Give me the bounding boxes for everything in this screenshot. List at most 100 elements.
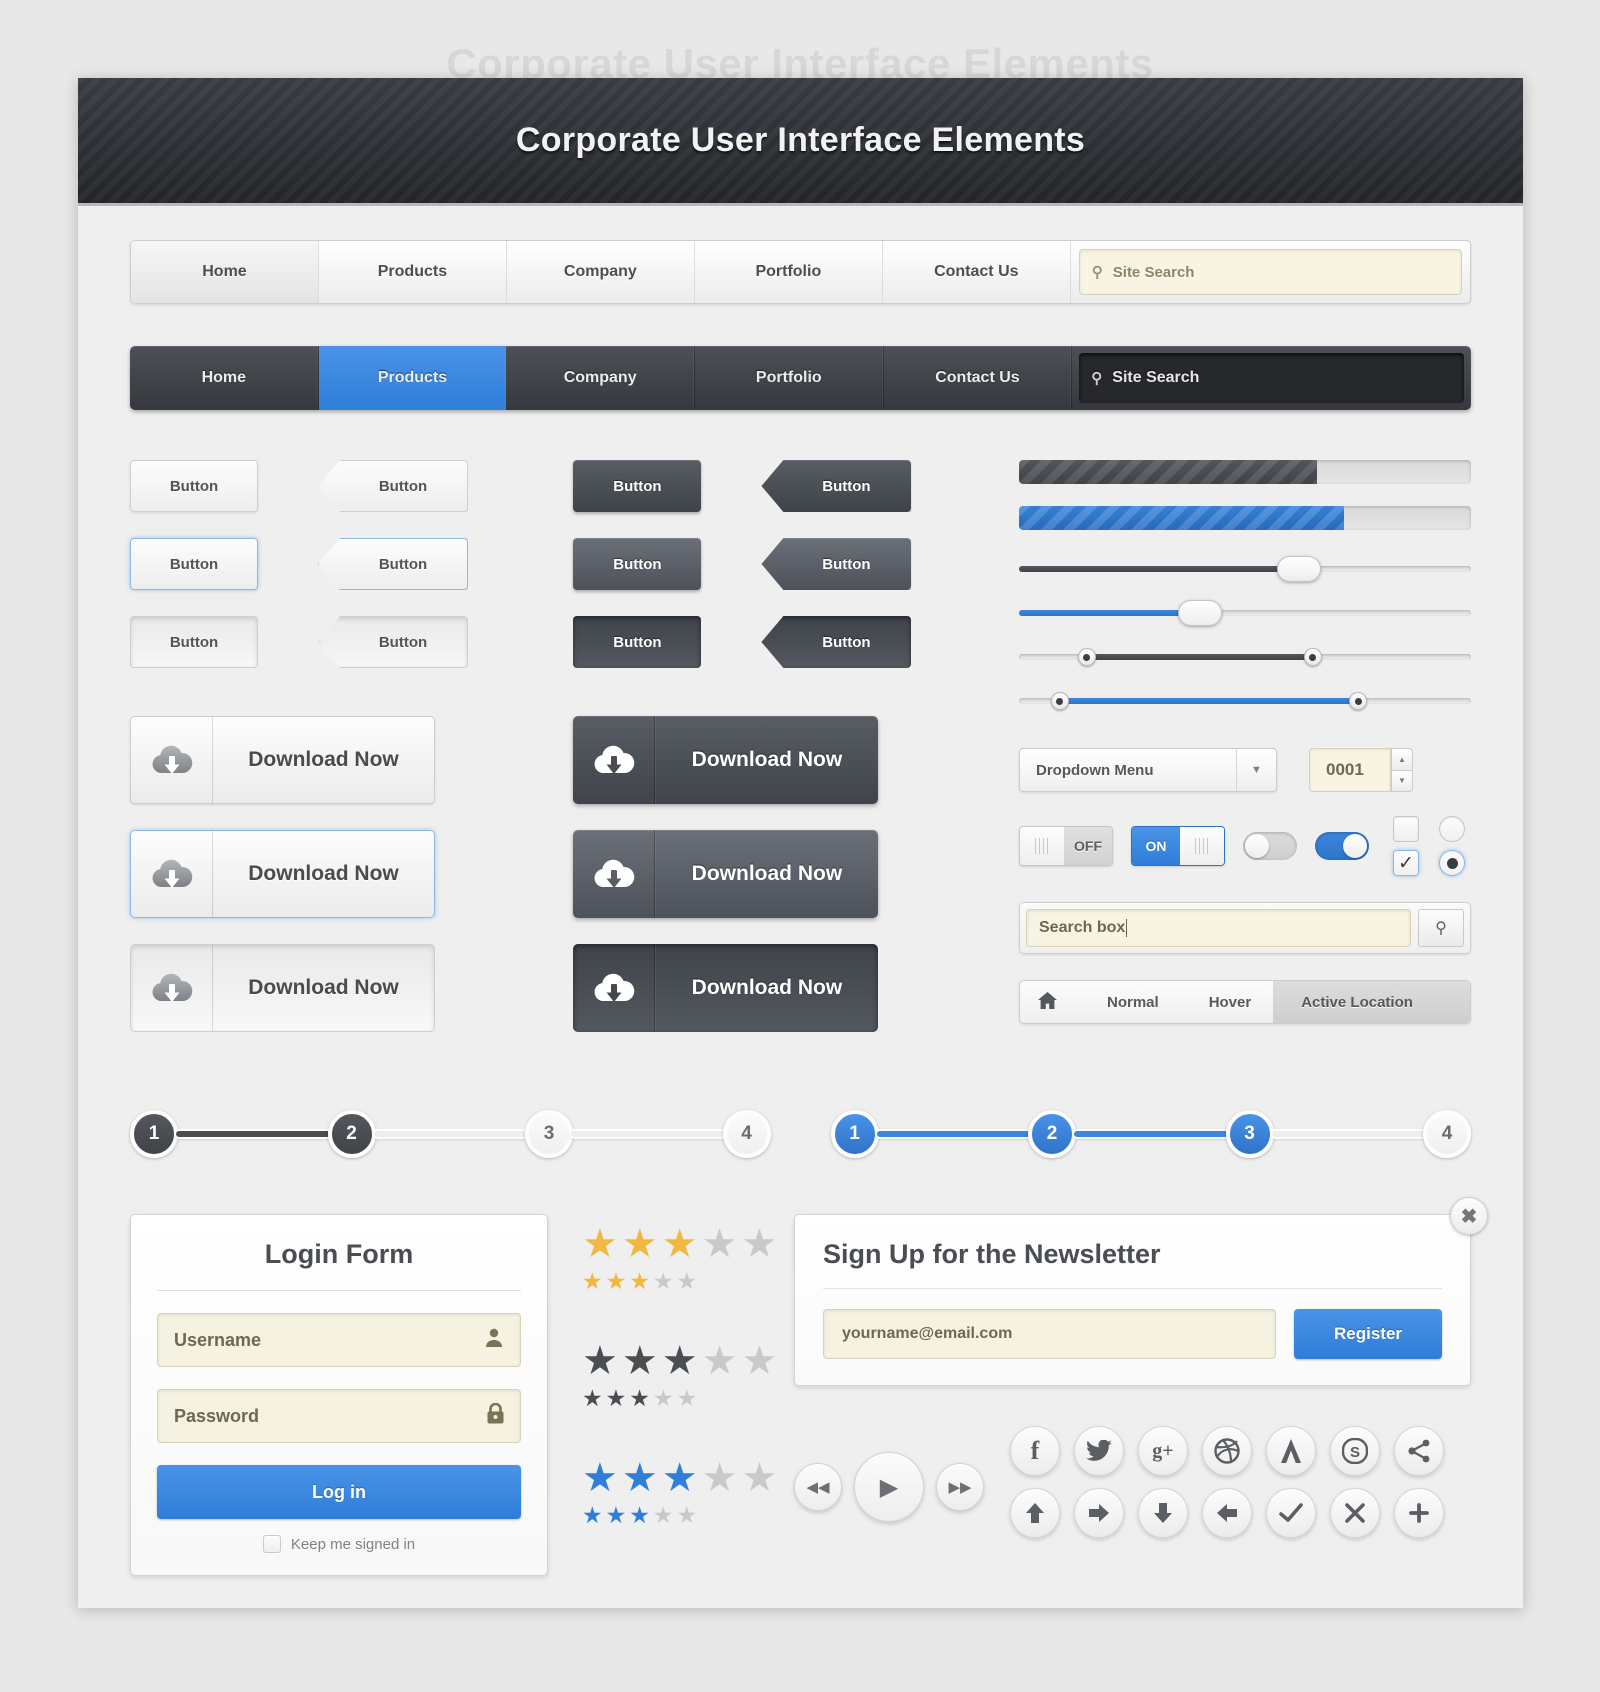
step-1[interactable]: 1 [830, 1110, 879, 1158]
star-rating-blue-small[interactable]: ★★★★★ [582, 1504, 780, 1527]
range-handle-low[interactable] [1077, 648, 1096, 666]
star-rating-gold-small[interactable]: ★★★★★ [582, 1270, 780, 1293]
nav-dark-item-home[interactable]: Home [130, 346, 319, 410]
nav-light-item-company[interactable]: Company [507, 241, 695, 303]
nav-light-item-home[interactable]: Home [131, 241, 319, 303]
button-light-normal[interactable]: Button [130, 460, 258, 512]
step-3[interactable]: 3 [525, 1110, 573, 1158]
star-rating-dark-small[interactable]: ★★★★★ [582, 1387, 780, 1410]
site-search-input-dark[interactable]: ⚲ Site Search [1079, 353, 1464, 403]
arrow-right-icon[interactable] [1074, 1488, 1124, 1538]
skype-icon[interactable]: S [1330, 1426, 1380, 1476]
dribbble-icon[interactable] [1202, 1426, 1252, 1476]
nav-dark-item-portfolio[interactable]: Portfolio [695, 346, 884, 410]
google-plus-icon[interactable]: g+ [1138, 1426, 1188, 1476]
toggle-switch-on[interactable]: ON [1131, 826, 1225, 866]
chevron-down-icon[interactable]: ▼ [1391, 769, 1413, 792]
breadcrumb-item-active-location[interactable]: Active Location [1273, 981, 1470, 1023]
step-2[interactable]: 2 [1028, 1110, 1076, 1158]
close-icon[interactable] [1330, 1488, 1380, 1538]
password-field[interactable]: Password [157, 1389, 521, 1443]
share-icon[interactable] [1394, 1426, 1444, 1476]
button-dark-arrow-active[interactable]: Button [761, 616, 912, 668]
checkbox-checked[interactable]: ✓ [1393, 850, 1419, 876]
check-icon[interactable] [1266, 1488, 1316, 1538]
site-search-input-light[interactable]: ⚲ Site Search [1078, 249, 1463, 295]
range-handle-high[interactable] [1303, 648, 1322, 666]
download-button-dark-hover[interactable]: Download Now [573, 830, 879, 918]
button-dark-arrow-normal[interactable]: Button [761, 460, 912, 512]
range-slider-dark[interactable] [1019, 640, 1471, 674]
nav-dark-item-products[interactable]: Products [318, 346, 507, 410]
twitter-icon[interactable] [1074, 1426, 1124, 1476]
button-light-arrow-active[interactable]: Button [318, 616, 468, 668]
button-dark-hover[interactable]: Button [573, 538, 702, 590]
keep-signed-in-checkbox[interactable] [262, 1535, 281, 1553]
step-3[interactable]: 3 [1225, 1110, 1274, 1158]
search-input[interactable]: Search box [1026, 909, 1411, 947]
star-rating-blue[interactable]: ★★★★★ ★★★★★ [582, 1458, 780, 1527]
star-rating-dark[interactable]: ★★★★★ ★★★★★ [582, 1341, 780, 1410]
fast-forward-icon[interactable]: ▶▶ [936, 1463, 984, 1511]
button-light-arrow-selected[interactable]: Button [318, 538, 468, 590]
nav-light-item-contact-us[interactable]: Contact Us [883, 241, 1071, 303]
range-handle-high[interactable] [1349, 692, 1367, 710]
arrow-left-icon[interactable] [1202, 1488, 1252, 1538]
star-rating-gold-large[interactable]: ★★★★★ [582, 1224, 780, 1264]
facebook-icon[interactable]: f [1010, 1426, 1060, 1476]
nav-light-item-portfolio[interactable]: Portfolio [695, 241, 883, 303]
radio-selected[interactable] [1439, 850, 1465, 876]
button-dark-arrow-hover[interactable]: Button [761, 538, 912, 590]
checkbox-unchecked[interactable] [1393, 816, 1419, 842]
arrow-down-icon[interactable] [1138, 1488, 1188, 1538]
breadcrumb-item-hover[interactable]: Hover [1181, 981, 1274, 1023]
pill-toggle-off[interactable] [1243, 832, 1297, 860]
slider-handle[interactable] [1177, 600, 1222, 626]
radio-unselected[interactable] [1439, 816, 1465, 842]
search-submit-button[interactable]: ⚲ [1418, 909, 1464, 947]
nav-dark-item-contact-us[interactable]: Contact Us [884, 346, 1073, 410]
spinner-value[interactable]: 0001 [1309, 748, 1391, 792]
step-4[interactable]: 4 [722, 1110, 771, 1158]
nav-dark-item-company[interactable]: Company [506, 346, 695, 410]
username-field[interactable]: Username [157, 1313, 521, 1367]
chevron-up-icon[interactable]: ▲ [1391, 748, 1413, 770]
nav-light-search[interactable]: ⚲ Site Search [1071, 241, 1470, 303]
button-dark-active[interactable]: Button [573, 616, 702, 668]
nav-dark-search[interactable]: ⚲ Site Search [1072, 346, 1471, 410]
button-light-selected[interactable]: Button [130, 538, 258, 590]
star-rating-gold[interactable]: ★★★★★ ★★★★★ [582, 1224, 780, 1293]
star-rating-dark-large[interactable]: ★★★★★ [582, 1341, 780, 1381]
slider-dark[interactable] [1019, 552, 1471, 586]
arrow-up-icon[interactable] [1010, 1488, 1060, 1538]
range-handle-low[interactable] [1050, 692, 1069, 710]
nav-light-item-products[interactable]: Products [319, 241, 507, 303]
dropdown-menu[interactable]: Dropdown Menu ▼ [1019, 748, 1277, 792]
slider-blue[interactable] [1019, 596, 1471, 630]
download-button-dark-normal[interactable]: Download Now [573, 716, 879, 804]
close-icon[interactable]: ✖ [1450, 1197, 1488, 1235]
plus-icon[interactable] [1394, 1488, 1444, 1538]
download-button-light-normal[interactable]: Download Now [130, 716, 435, 804]
slider-handle[interactable] [1277, 556, 1322, 582]
rewind-icon[interactable]: ◀◀ [794, 1463, 842, 1511]
download-button-light-selected[interactable]: Download Now [130, 830, 435, 918]
newsletter-email-input[interactable]: yourname@email.com [823, 1309, 1276, 1359]
download-button-light-active[interactable]: Download Now [130, 944, 435, 1032]
button-light-active[interactable]: Button [130, 616, 258, 668]
step-2[interactable]: 2 [327, 1110, 376, 1158]
search-box[interactable]: Search box ⚲ [1019, 902, 1471, 954]
download-button-dark-active[interactable]: Download Now [573, 944, 879, 1032]
newsletter-register-button[interactable]: Register [1294, 1309, 1442, 1359]
button-dark-normal[interactable]: Button [573, 460, 702, 512]
forrst-icon[interactable] [1266, 1426, 1316, 1476]
range-slider-blue[interactable] [1019, 684, 1471, 718]
breadcrumb-item-normal[interactable]: Normal [1079, 981, 1181, 1023]
play-icon[interactable]: ▶ [854, 1452, 924, 1522]
button-light-arrow-normal[interactable]: Button [318, 460, 468, 512]
chevron-down-icon[interactable]: ▼ [1236, 749, 1276, 791]
login-submit-button[interactable]: Log in [157, 1465, 521, 1519]
number-spinner[interactable]: 0001 ▲ ▼ [1309, 748, 1413, 792]
step-4[interactable]: 4 [1423, 1110, 1471, 1158]
toggle-switch-off[interactable]: OFF [1019, 826, 1113, 866]
